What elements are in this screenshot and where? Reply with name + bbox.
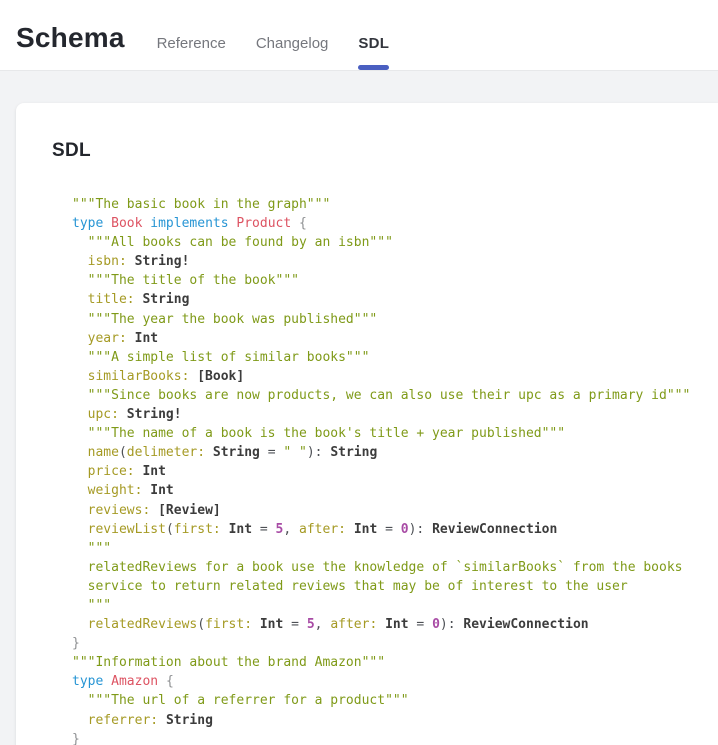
code-line: }: [72, 730, 718, 745]
code-line: weight: Int: [72, 481, 718, 500]
tab-reference-label: Reference: [157, 35, 226, 52]
code-line: """The basic book in the graph""": [72, 195, 718, 214]
code-line: relatedReviews for a book use the knowle…: [72, 558, 718, 577]
code-line: referrer: String: [72, 711, 718, 730]
tab-changelog[interactable]: Changelog: [256, 6, 329, 70]
sdl-card: SDL """The basic book in the graph"""typ…: [16, 103, 718, 745]
sdl-heading: SDL: [52, 140, 718, 162]
code-line: service to return related reviews that m…: [72, 577, 718, 596]
code-line: """Since books are now products, we can …: [72, 386, 718, 405]
schema-header: Schema Reference Changelog SDL: [0, 0, 718, 71]
code-line: """Information about the brand Amazon""": [72, 653, 718, 672]
code-line: name(delimeter: String = " "): String: [72, 443, 718, 462]
code-line: """All books can be found by an isbn""": [72, 233, 718, 252]
code-line: reviewList(first: Int = 5, after: Int = …: [72, 520, 718, 539]
code-line: """The title of the book""": [72, 271, 718, 290]
schema-tabs: Reference Changelog SDL: [157, 6, 390, 70]
page-title: Schema: [16, 22, 125, 54]
code-line: }: [72, 634, 718, 653]
code-line: """: [72, 596, 718, 615]
code-line: """The year the book was published""": [72, 310, 718, 329]
code-line: isbn: String!: [72, 252, 718, 271]
code-line: upc: String!: [72, 405, 718, 424]
code-line: reviews: [Review]: [72, 501, 718, 520]
code-line: type Book implements Product {: [72, 214, 718, 233]
code-line: """: [72, 539, 718, 558]
code-line: relatedReviews(first: Int = 5, after: In…: [72, 615, 718, 634]
tab-sdl[interactable]: SDL: [358, 6, 389, 70]
code-line: price: Int: [72, 462, 718, 481]
tab-reference[interactable]: Reference: [157, 6, 226, 70]
main-area: SDL """The basic book in the graph"""typ…: [0, 71, 718, 745]
code-line: year: Int: [72, 329, 718, 348]
code-line: """The url of a referrer for a product""…: [72, 691, 718, 710]
code-line: title: String: [72, 290, 718, 309]
sdl-code: """The basic book in the graph"""type Bo…: [72, 195, 718, 745]
code-line: type Amazon {: [72, 672, 718, 691]
code-line: """A simple list of similar books""": [72, 348, 718, 367]
tab-changelog-label: Changelog: [256, 35, 329, 52]
code-line: """The name of a book is the book's titl…: [72, 424, 718, 443]
tab-active-underline: [358, 65, 389, 70]
code-line: similarBooks: [Book]: [72, 367, 718, 386]
tab-sdl-label: SDL: [358, 35, 389, 52]
